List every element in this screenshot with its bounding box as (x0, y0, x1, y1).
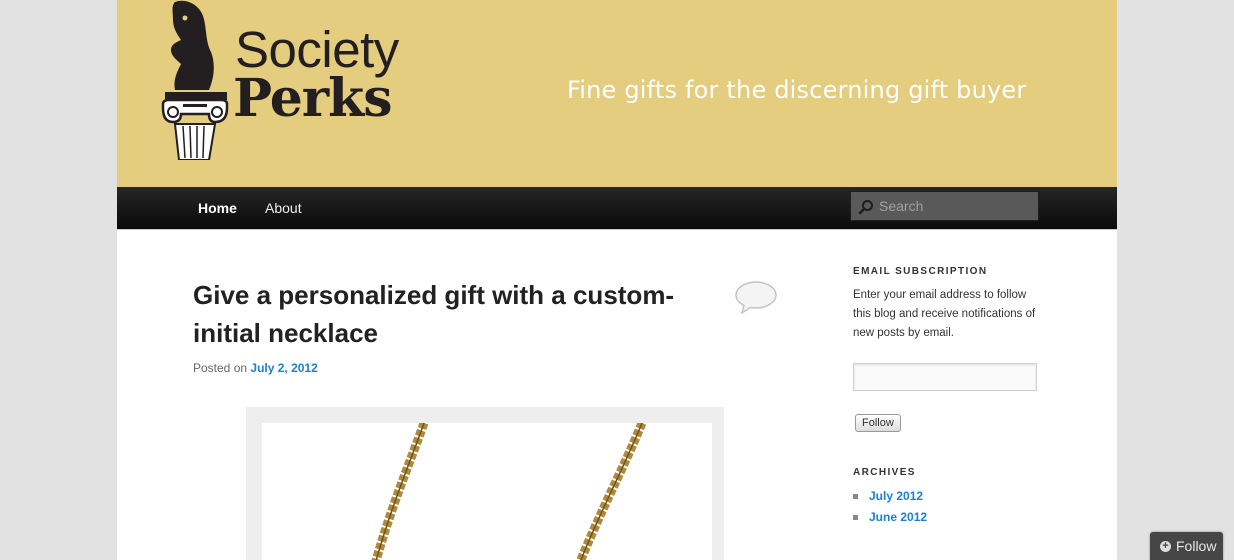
nav-item-home[interactable]: Home (198, 200, 237, 216)
archive-link-june-2012[interactable]: June 2012 (869, 510, 927, 524)
follow-button[interactable]: Follow (855, 414, 901, 432)
archives-title: ARCHIVES (853, 467, 916, 478)
post-image-frame (246, 407, 724, 560)
list-item: July 2012 (853, 488, 927, 509)
email-subscription-description: Enter your email address to follow this … (853, 289, 1036, 339)
search-input[interactable] (879, 192, 1034, 220)
archives-list: July 2012 June 2012 (853, 488, 927, 530)
list-item: June 2012 (853, 509, 927, 530)
email-field[interactable] (853, 363, 1037, 391)
nav-item-about[interactable]: About (265, 200, 302, 216)
plus-circle-icon: + (1160, 541, 1171, 552)
follow-bar-button[interactable]: + Follow (1150, 532, 1223, 560)
site-tagline: Fine gifts for the discerning gift buyer (567, 76, 1027, 104)
site-logo[interactable]: Society Perks (233, 24, 399, 129)
page-container: Society Perks Fine gifts for the discern… (117, 0, 1117, 560)
post-meta: Posted on July 2, 2012 (193, 361, 318, 375)
main-navigation: Home About (117, 187, 1117, 230)
site-header: Society Perks Fine gifts for the discern… (117, 0, 1117, 187)
knight-column-logo-icon[interactable] (159, 0, 229, 161)
email-subscription-title: EMAIL SUBSCRIPTION (853, 266, 988, 277)
archive-link-july-2012[interactable]: July 2012 (869, 489, 923, 503)
comment-bubble-icon[interactable] (734, 280, 778, 315)
search-icon (858, 200, 873, 215)
post-date-link[interactable]: July 2, 2012 (250, 361, 317, 375)
necklace-image[interactable] (262, 423, 712, 560)
search-box[interactable] (850, 191, 1039, 221)
logo-text-perks: Perks (233, 68, 392, 129)
post-title[interactable]: Give a personalized gift with a custom-i… (193, 276, 693, 352)
follow-bar-label: Follow (1176, 538, 1217, 554)
posted-on-label: Posted on (193, 361, 248, 375)
